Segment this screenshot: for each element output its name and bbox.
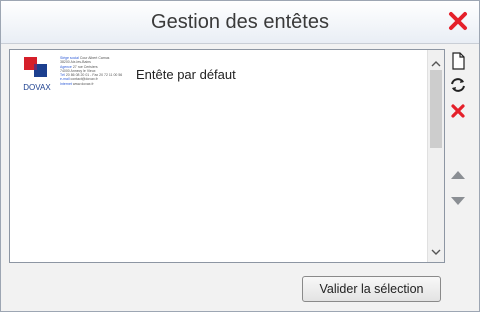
- dialog: Gestion des entêtes DOVAX Siège social C…: [0, 0, 480, 312]
- new-document-icon[interactable]: [448, 51, 468, 71]
- move-down-icon[interactable]: [448, 191, 468, 211]
- dovax-logo: DOVAX: [20, 56, 54, 96]
- meta-line: Internet www.dovax.fr: [60, 81, 94, 86]
- vertical-scrollbar[interactable]: [427, 50, 444, 262]
- close-icon[interactable]: [447, 10, 469, 32]
- validate-selection-button[interactable]: Valider la sélection: [302, 276, 441, 302]
- list-item[interactable]: DOVAX Siège social Cour Albert Camus 382…: [14, 54, 420, 94]
- delete-icon[interactable]: [448, 101, 468, 121]
- logo-text: DOVAX: [23, 83, 51, 92]
- logo-mark: [24, 57, 47, 77]
- scroll-thumb[interactable]: [430, 70, 442, 148]
- header-listbox[interactable]: DOVAX Siège social Cour Albert Camus 382…: [9, 49, 445, 263]
- list-toolbar: [445, 49, 471, 261]
- scroll-down-icon[interactable]: [430, 244, 442, 255]
- refresh-icon[interactable]: [448, 75, 468, 95]
- item-label: Entête par défaut: [136, 67, 236, 82]
- scroll-up-icon[interactable]: [430, 56, 442, 67]
- dialog-title: Gestion des entêtes: [151, 11, 329, 33]
- title-bar: Gestion des entêtes: [1, 1, 479, 44]
- header-details: Siège social Cour Albert Camus 38200 Aix…: [60, 56, 138, 86]
- move-up-icon[interactable]: [448, 165, 468, 185]
